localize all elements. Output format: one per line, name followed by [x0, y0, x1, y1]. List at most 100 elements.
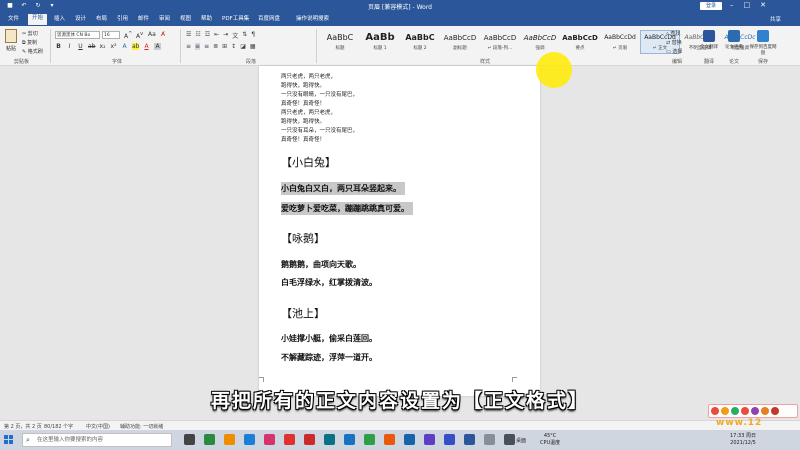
taskbar-app-icon[interactable]	[444, 434, 455, 445]
tab-layout[interactable]: 布局	[92, 15, 111, 26]
replace-button[interactable]: ⇄ 替换	[666, 39, 682, 46]
tab-baidu-pan[interactable]: 百度网盘	[254, 15, 284, 26]
sort-icon[interactable]: ⇅	[242, 31, 247, 40]
decrease-indent-icon[interactable]: ⇤	[214, 31, 219, 40]
tab-home[interactable]: 开始	[28, 14, 48, 25]
align-left-icon[interactable]: ≡	[186, 43, 191, 50]
style-heading-2[interactable]: AaBbC 标题 2	[400, 30, 440, 54]
numbering-icon[interactable]: ☷	[195, 31, 200, 40]
style-emphasis[interactable]: AaBbCcD 强调	[520, 30, 560, 54]
align-right-icon[interactable]: ≡	[204, 43, 209, 50]
taskbar-app-icon[interactable]	[204, 434, 215, 445]
tab-design[interactable]: 设计	[71, 15, 90, 26]
desktop-label[interactable]: 桌面	[516, 437, 526, 444]
tab-help[interactable]: 帮助	[197, 15, 216, 26]
char-shading-icon[interactable]: A	[154, 43, 161, 50]
superscript-icon[interactable]: x²	[110, 43, 117, 50]
taskbar-app-icon[interactable]	[184, 434, 195, 445]
style-list-paragraph[interactable]: AaBbCcD ↵ 段落-列...	[480, 30, 520, 54]
redo-icon[interactable]: ↻	[34, 2, 42, 10]
save-to-baidu-button[interactable]: 保存到百度网盘	[748, 30, 778, 56]
minimize-icon[interactable]: –	[730, 1, 734, 9]
font-name-select[interactable]: 思源黑体 CN Bo	[55, 31, 100, 39]
cut-button[interactable]: ✂ 剪切	[22, 30, 38, 37]
grow-font-icon[interactable]: A^	[124, 31, 132, 40]
share-button[interactable]: 共享	[770, 15, 781, 23]
style-strong[interactable]: AaBbCcD 要点	[560, 30, 600, 54]
bullets-icon[interactable]: ☰	[186, 31, 191, 40]
windows-start-icon[interactable]	[4, 435, 13, 444]
customize-icon[interactable]: ▾	[48, 2, 56, 10]
document-page[interactable]: 两只老虎，两只老虎， 跑得快，跑得快。 一只没有眼睛，一只没有尾巴， 真奇怪！真…	[259, 66, 540, 396]
copy-button[interactable]: ⧉ 复制	[22, 39, 37, 46]
find-button[interactable]: ⌕ 查找	[666, 30, 680, 37]
page-count[interactable]: 第 2 页，共 2 页	[4, 423, 42, 430]
taskbar-app-icon[interactable]	[304, 434, 315, 445]
subscript-icon[interactable]: x₂	[99, 43, 106, 50]
style-subtitle[interactable]: AaBbCcD 副标题	[440, 30, 480, 54]
tab-pdf-tools[interactable]: PDF工具集	[218, 15, 253, 26]
taskbar-app-icon[interactable]	[224, 434, 235, 445]
multilevel-list-icon[interactable]: ☲	[205, 31, 210, 40]
maximize-icon[interactable]: □	[744, 1, 751, 9]
selected-text[interactable]: 爱吃萝卜爱吃菜，蹦蹦跳跳真可爱。	[281, 202, 413, 215]
line-spacing-icon[interactable]: ↕	[231, 43, 236, 50]
bold-icon[interactable]: B	[55, 43, 62, 50]
taskbar-app-icon[interactable]	[364, 434, 375, 445]
tab-view[interactable]: 视图	[176, 15, 195, 26]
borders-icon[interactable]: ▦	[250, 43, 256, 50]
style-title[interactable]: AaBbC 标题	[320, 30, 360, 54]
style-heading-1[interactable]: AaBb 标题 1	[360, 30, 400, 54]
tab-review[interactable]: 审阅	[155, 15, 174, 26]
taskbar-app-icon[interactable]	[264, 434, 275, 445]
tab-insert[interactable]: 插入	[50, 15, 69, 26]
clock[interactable]: 17:33 周日 2021/12/5	[730, 433, 756, 447]
underline-icon[interactable]: U	[77, 43, 84, 50]
taskbar-search[interactable]: ⌕ 在这里输入你要搜索的内容	[22, 433, 172, 447]
taskbar-app-icon[interactable]	[404, 434, 415, 445]
taskbar-app-icon[interactable]	[284, 434, 295, 445]
taskbar-app-icon[interactable]	[384, 434, 395, 445]
taskbar-app-icon[interactable]	[344, 434, 355, 445]
tell-me-search[interactable]: 操作说明搜索	[292, 15, 333, 26]
change-case-icon[interactable]: Aa	[148, 31, 156, 38]
thesis-check-button[interactable]: 论文查重	[723, 30, 745, 50]
taskbar-app-icon[interactable]	[464, 434, 475, 445]
clear-format-icon[interactable]: A̸	[161, 31, 165, 38]
shading-icon[interactable]: ◪	[240, 43, 246, 50]
text-effects-icon[interactable]: A	[121, 43, 128, 50]
tab-references[interactable]: 引用	[113, 15, 132, 26]
word-count[interactable]: 80/182 个字	[44, 423, 73, 430]
show-marks-icon[interactable]: ¶	[251, 31, 255, 40]
undo-icon[interactable]: ↶	[20, 2, 28, 10]
full-translate-button[interactable]: 全文翻译	[698, 30, 720, 50]
accessibility-status[interactable]: 辅助功能: 一切就绪	[120, 423, 163, 430]
italic-icon[interactable]: I	[66, 43, 73, 50]
highlight-icon[interactable]: ab	[132, 43, 140, 50]
taskbar-app-icon[interactable]	[504, 434, 515, 445]
shrink-font-icon[interactable]: Av	[136, 31, 143, 40]
save-icon[interactable]: ■	[6, 2, 14, 10]
chinese-layout-icon[interactable]: 文	[232, 31, 238, 40]
taskbar-app-icon[interactable]	[484, 434, 495, 445]
select-button[interactable]: ▭ 选择	[666, 48, 682, 55]
close-icon[interactable]: ✕	[760, 1, 766, 9]
language-indicator[interactable]: 中文(中国)	[86, 423, 110, 430]
taskbar-app-icon[interactable]	[244, 434, 255, 445]
selected-text[interactable]: 小白兔白又白，两只耳朵竖起来。	[281, 182, 405, 195]
strikethrough-icon[interactable]: ab	[88, 43, 96, 50]
justify-icon[interactable]: ≣	[213, 43, 218, 50]
paste-button[interactable]: 粘贴	[4, 29, 18, 52]
distributed-icon[interactable]: ⊞	[222, 43, 227, 50]
format-painter-button[interactable]: ✎ 格式刷	[22, 48, 43, 55]
align-center-icon[interactable]: ≡	[195, 43, 201, 50]
font-size-select[interactable]: 16	[102, 31, 120, 39]
increase-indent-icon[interactable]: ⇥	[223, 31, 228, 40]
tab-mailings[interactable]: 邮件	[134, 15, 153, 26]
tab-file[interactable]: 文件	[4, 15, 23, 26]
login-button[interactable]: 登录	[700, 2, 722, 10]
style-header[interactable]: AaBbCcDd ↵ 页眉	[600, 30, 640, 54]
font-color-icon[interactable]: A	[143, 43, 150, 50]
taskbar-app-icon[interactable]	[424, 434, 435, 445]
taskbar-app-icon[interactable]	[324, 434, 335, 445]
